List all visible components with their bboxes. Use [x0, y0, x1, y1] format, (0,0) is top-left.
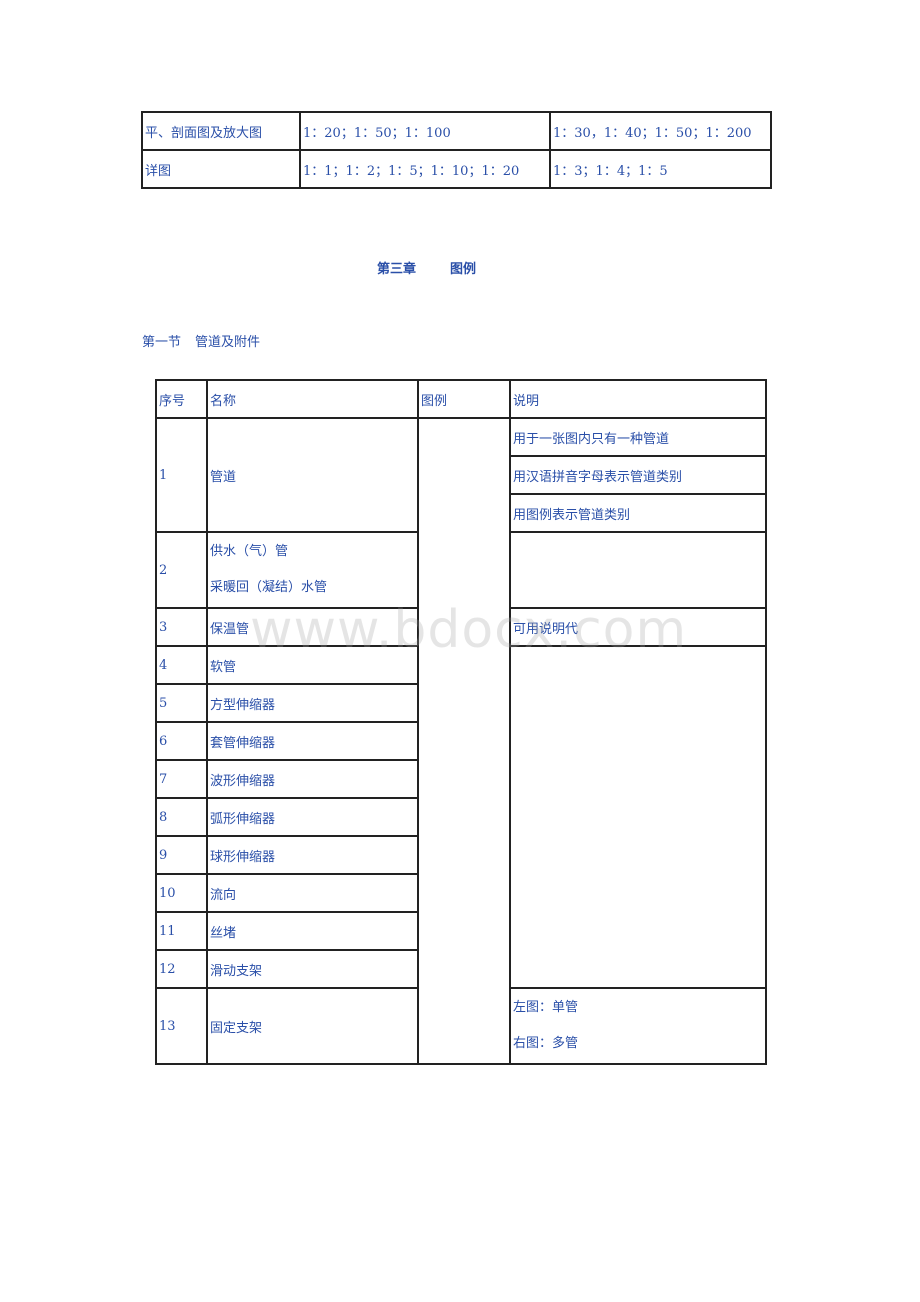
section-number: 第一节 — [142, 335, 182, 350]
row-name: 管道 — [206, 417, 419, 533]
row-name: 波形伸缩器 — [206, 759, 419, 799]
header-note: 说明 — [509, 379, 767, 419]
row-note: 用图例表示管道类别 — [509, 493, 767, 533]
row-name: 流向 — [206, 873, 419, 913]
row-name: 保温管 — [206, 607, 419, 647]
row-note — [509, 645, 767, 989]
header-name: 名称 — [206, 379, 419, 419]
row-name: 软管 — [206, 645, 419, 685]
row-note-line: 左图：单管 — [513, 1000, 579, 1015]
section-name: 管道及附件 — [195, 335, 261, 350]
row-index: 2 — [155, 531, 208, 609]
row-index: 13 — [155, 987, 208, 1065]
row-note: 左图：单管 右图：多管 — [509, 987, 767, 1065]
chapter-name: 图例 — [450, 262, 477, 277]
table-row: 1 管道 用于一张图内只有一种管道 — [155, 417, 767, 1065]
scale-optional: 1：30，1：40；1：50；1：200 — [549, 111, 772, 151]
row-index: 9 — [155, 835, 208, 875]
row-index: 12 — [155, 949, 208, 989]
document-page: 平、剖面图及放大图 1：20；1：50；1：100 1：30，1：40；1：50… — [0, 0, 920, 1302]
row-note: 用汉语拼音字母表示管道类别 — [509, 455, 767, 495]
row-index: 6 — [155, 721, 208, 761]
row-index: 10 — [155, 873, 208, 913]
scale-preferred: 1：1；1：2；1：5；1：10；1：20 — [299, 149, 551, 189]
row-name: 供水（气）管 采暖回（凝结）水管 — [206, 531, 419, 609]
chapter-title: 第三章 图例 — [377, 258, 476, 277]
row-note-line: 右图：多管 — [513, 1036, 579, 1051]
row-name: 固定支架 — [206, 987, 419, 1065]
row-index: 11 — [155, 911, 208, 951]
header-legend: 图例 — [417, 379, 511, 419]
legend-symbol-column — [417, 417, 511, 1065]
row-name-line: 供水（气）管 — [210, 544, 289, 559]
row-note: 可用说明代 — [509, 607, 767, 647]
scale-label: 平、剖面图及放大图 — [141, 111, 301, 151]
scale-preferred: 1：20；1：50；1：100 — [299, 111, 551, 151]
row-name: 球形伸缩器 — [206, 835, 419, 875]
scale-label: 详图 — [141, 149, 301, 189]
row-name: 滑动支架 — [206, 949, 419, 989]
table-row: 详图 1：1；1：2；1：5；1：10；1：20 1：3；1：4；1：5 — [141, 149, 772, 189]
row-index: 7 — [155, 759, 208, 799]
legend-table: 序号 名称 图例 说明 1 管道 用于一张图内只有一种管道 用汉语拼音字母表示管… — [155, 379, 767, 1065]
row-name: 弧形伸缩器 — [206, 797, 419, 837]
row-index: 5 — [155, 683, 208, 723]
scale-table: 平、剖面图及放大图 1：20；1：50；1：100 1：30，1：40；1：50… — [141, 111, 772, 189]
chapter-number: 第三章 — [377, 262, 417, 277]
row-name-line: 采暖回（凝结）水管 — [210, 580, 328, 595]
row-note — [509, 531, 767, 609]
row-index: 3 — [155, 607, 208, 647]
section-title: 第一节 管道及附件 — [142, 331, 260, 350]
table-row: 平、剖面图及放大图 1：20；1：50；1：100 1：30，1：40；1：50… — [141, 111, 772, 151]
row-note: 用于一张图内只有一种管道 — [509, 417, 767, 457]
header-index: 序号 — [155, 379, 208, 419]
row-index: 8 — [155, 797, 208, 837]
row-name: 丝堵 — [206, 911, 419, 951]
scale-optional: 1：3；1：4；1：5 — [549, 149, 772, 189]
row-name: 方型伸缩器 — [206, 683, 419, 723]
row-index: 1 — [155, 417, 208, 533]
table-header-row: 序号 名称 图例 说明 — [155, 379, 767, 419]
row-name: 套管伸缩器 — [206, 721, 419, 761]
row-index: 4 — [155, 645, 208, 685]
